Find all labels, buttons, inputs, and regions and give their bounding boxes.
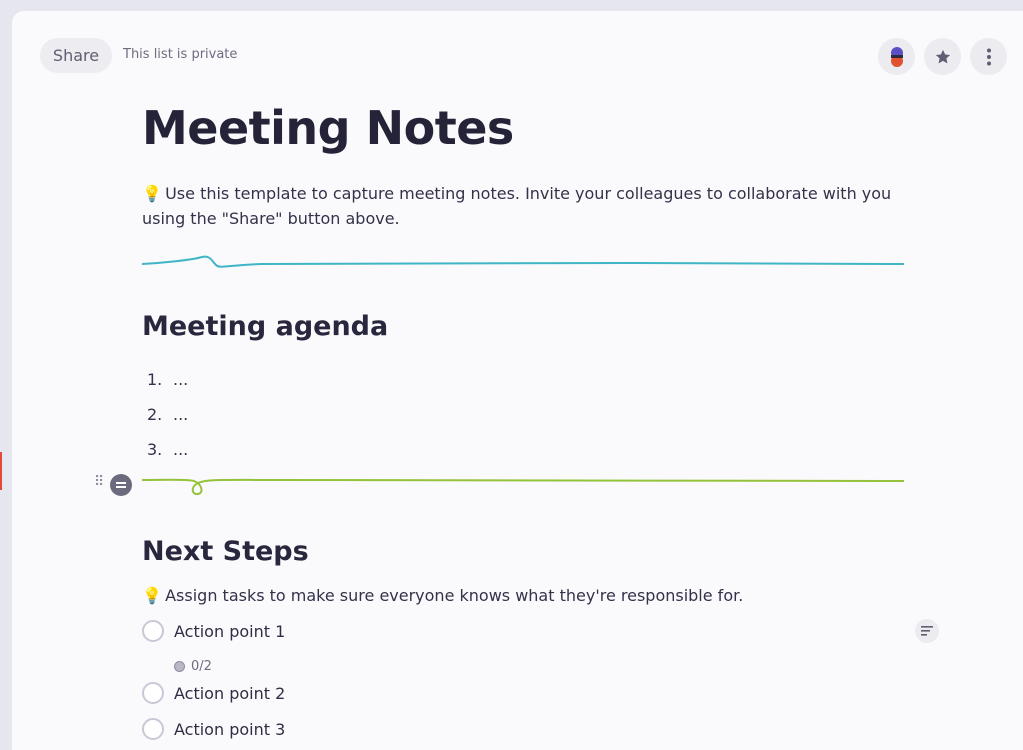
intro-text: Use this template to capture meeting not… — [142, 184, 892, 228]
share-button[interactable]: Share — [40, 38, 112, 73]
list-item-text: ... — [173, 440, 189, 459]
green-divider — [142, 471, 904, 501]
agenda-heading[interactable]: Meeting agenda — [142, 311, 388, 342]
more-vertical-icon — [986, 48, 991, 65]
task-item: Action point 2 — [142, 682, 285, 704]
star-icon — [935, 49, 950, 63]
task-label[interactable]: Action point 3 — [174, 720, 285, 739]
task-checkbox[interactable] — [142, 682, 164, 704]
privacy-status: This list is private — [123, 47, 238, 62]
list-item[interactable]: 3. ... — [147, 432, 188, 467]
teal-divider — [142, 251, 904, 273]
next-steps-description[interactable]: 💡 Assign tasks to make sure everyone kno… — [142, 586, 743, 605]
list-item[interactable]: 2. ... — [147, 397, 188, 432]
lightbulb-icon: 💡 — [142, 586, 162, 605]
list-number: 1. — [147, 370, 163, 389]
task-notes-button[interactable] — [915, 619, 939, 643]
collaborators-button[interactable] — [878, 38, 915, 75]
next-steps-heading[interactable]: Next Steps — [142, 536, 309, 567]
page-title[interactable]: Meeting Notes — [142, 101, 514, 155]
more-options-button[interactable] — [970, 38, 1007, 75]
block-menu-button[interactable] — [110, 474, 132, 496]
task-label[interactable]: Action point 2 — [174, 684, 285, 703]
document-card: Share This list is private Meeting Notes… — [12, 11, 1023, 750]
next-steps-text: Assign tasks to make sure everyone knows… — [165, 586, 744, 605]
subtask-icon — [174, 661, 185, 672]
task-item: Action point 1 — [142, 620, 285, 642]
lightbulb-icon: 💡 — [142, 184, 162, 203]
task-label[interactable]: Action point 1 — [174, 622, 285, 641]
subtask-progress[interactable]: 0/2 — [174, 659, 212, 674]
list-number: 2. — [147, 405, 163, 424]
list-item-text: ... — [173, 405, 189, 424]
header-actions — [878, 38, 1007, 75]
subtask-count: 0/2 — [191, 659, 212, 674]
list-item[interactable]: 1. ... — [147, 362, 188, 397]
task-checkbox[interactable] — [142, 620, 164, 642]
edge-marker — [0, 452, 2, 490]
favorite-button[interactable] — [924, 38, 961, 75]
task-item: Action point 3 — [142, 718, 285, 740]
agenda-list: 1. ... 2. ... 3. ... — [147, 362, 188, 467]
notes-icon — [921, 626, 933, 636]
collaborators-icon — [890, 46, 904, 67]
list-number: 3. — [147, 440, 163, 459]
menu-icon — [116, 482, 126, 488]
list-item-text: ... — [173, 370, 189, 389]
drag-handle-icon[interactable]: ⠿ — [94, 474, 106, 490]
task-checkbox[interactable] — [142, 718, 164, 740]
intro-paragraph[interactable]: 💡 Use this template to capture meeting n… — [142, 181, 912, 231]
